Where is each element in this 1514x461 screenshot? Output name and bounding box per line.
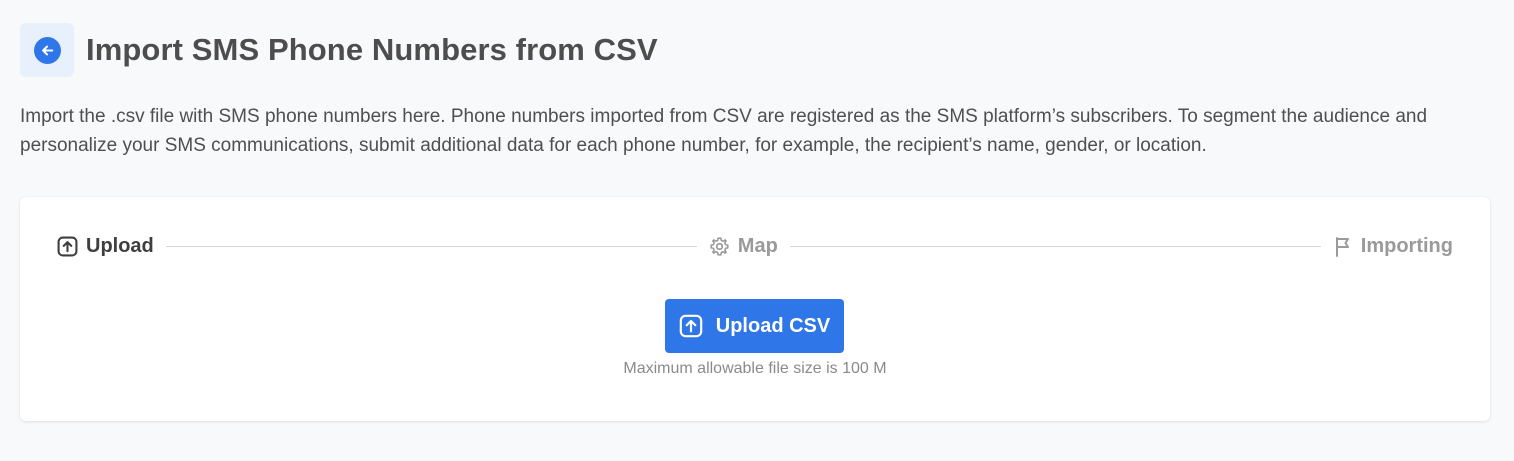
back-button[interactable] bbox=[20, 23, 74, 77]
step-connector bbox=[789, 246, 1321, 247]
file-size-hint: Maximum allowable file size is 100 M bbox=[623, 360, 887, 377]
step-importing: Importing bbox=[1333, 235, 1453, 258]
step-connector bbox=[165, 246, 697, 247]
step-upload: Upload bbox=[57, 235, 154, 258]
page-header: Import SMS Phone Numbers from CSV bbox=[20, 23, 658, 77]
upload-csv-button[interactable]: Upload CSV bbox=[665, 299, 844, 353]
upload-icon bbox=[679, 314, 703, 338]
import-card: Upload Map Importing Upload CSV Maximum … bbox=[20, 197, 1490, 421]
import-stepper: Upload Map Importing bbox=[57, 235, 1453, 258]
arrow-left-circle-icon bbox=[33, 36, 61, 64]
step-upload-label: Upload bbox=[86, 235, 154, 257]
page-title: Import SMS Phone Numbers from CSV bbox=[86, 32, 658, 67]
step-importing-label: Importing bbox=[1360, 235, 1453, 257]
step-map: Map bbox=[709, 235, 778, 258]
gear-icon bbox=[709, 236, 730, 257]
upload-icon bbox=[57, 236, 78, 257]
step-map-label: Map bbox=[737, 235, 778, 257]
page-description: Import the .csv file with SMS phone numb… bbox=[20, 106, 1428, 156]
upload-csv-label: Upload CSV bbox=[715, 314, 831, 337]
flag-icon bbox=[1333, 236, 1353, 257]
